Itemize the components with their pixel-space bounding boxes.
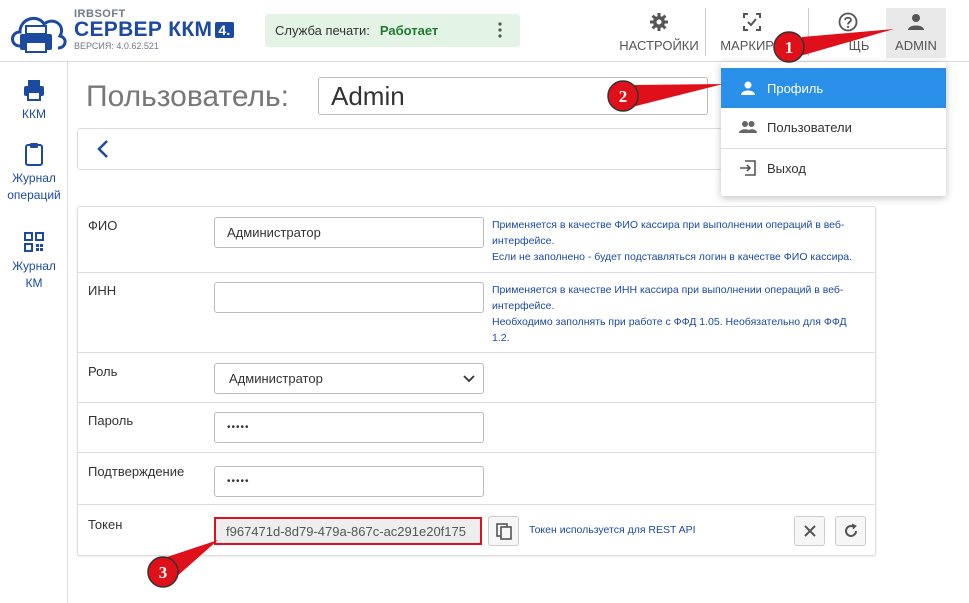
user-form: ФИО Администратор Применяется в качестве… [77,206,876,556]
sidebar-item-km-log[interactable]: Журнал КМ [0,230,68,292]
menu-item-label: Профиль [767,80,824,96]
fio-help-line2: Если не заполнено - будет подставляться … [492,251,853,263]
role-select[interactable]: Администратор [214,363,484,394]
form-row-role: Роль Администратор [78,353,875,403]
form-row-fio: ФИО Администратор Применяется в качестве… [78,207,875,273]
cloud-printer-logo-icon [11,16,67,53]
menu-item-profile[interactable]: Профиль [721,68,946,108]
kebab-icon[interactable] [498,22,502,38]
brand-product: СЕРВЕР ККМ 4. [74,18,234,41]
fio-label: ФИО [88,218,118,233]
fio-help: Применяется в качестве ФИО кассира при в… [492,217,867,265]
token-label: Токен [88,517,123,532]
sidebar-item-label: Журнал операций [7,171,61,202]
brand-version-badge: 4. [215,22,234,38]
role-selected-value: Администратор [229,371,323,386]
menu-item-users[interactable]: Пользователи [721,107,946,147]
marking-label: МАРКИРО [720,38,784,53]
password-label: Пароль [88,413,134,428]
help-label: ЩЬ [848,38,870,53]
print-service-status: Служба печати: Работает [265,14,520,47]
marking-button[interactable]: МАРКИРО [712,8,792,58]
nav-divider [808,8,809,56]
admin-user-button[interactable]: ADMIN [886,8,946,58]
inn-help-line1: Применяется в качестве ИНН кассира при в… [492,284,844,312]
copy-icon [495,523,512,540]
top-header: IRBSOFT СЕРВЕР ККМ 4. ВЕРСИЯ: 4.0.62.521… [0,0,969,62]
help-button[interactable]: ЩЬ [812,8,884,58]
fio-field[interactable]: Администратор [214,217,484,248]
person-icon [741,81,755,95]
user-dropdown-menu: Профиль Пользователи Выход [721,62,946,196]
app-window: { "brand": { "vendor": "IRBSOFT", "produ… [0,0,969,603]
person-icon [908,14,924,30]
token-field[interactable]: f967471d-8d79-479a-867c-ac291e20f175 [214,517,482,545]
page-title: Пользователь: [86,80,290,113]
role-label: Роль [88,364,118,379]
admin-label: ADMIN [895,38,937,53]
logout-icon [740,160,756,176]
brand-block: IRBSOFT СЕРВЕР ККМ 4. ВЕРСИЯ: 4.0.62.521 [74,8,234,51]
gear-icon [650,13,668,31]
form-row-confirm: Подтверждение ••••• [78,453,875,505]
clipboard-icon [25,143,43,166]
brand-product-name: СЕРВЕР ККМ [74,18,213,41]
fio-help-line1: Применяется в качестве ФИО кассира при в… [492,219,845,247]
callout-number: 3 [159,563,168,582]
help-icon [838,12,858,32]
inn-field[interactable] [214,282,484,313]
sidebar: ККМ Журнал операций Журнал КМ [0,62,68,603]
menu-item-label: Выход [767,160,806,176]
inn-label: ИНН [88,283,117,298]
confirm-label: Подтверждение [88,464,185,479]
printer-icon [24,80,44,101]
form-row-password: Пароль ••••• [78,403,875,453]
token-help: Токен используется для REST API [529,524,696,536]
inn-help-line2: Необходимо заполнять при работе с ФФД 1.… [492,316,847,344]
chevron-down-icon [463,375,475,383]
copy-token-button[interactable] [488,516,519,546]
password-field[interactable]: ••••• [214,412,484,443]
brand-version: ВЕРСИЯ: 4.0.62.521 [74,41,159,51]
service-status-value: Работает [379,23,439,38]
scan-check-icon [743,13,761,31]
user-name-field[interactable]: Admin [318,77,708,115]
service-label: Служба печати: [275,23,370,38]
people-icon [739,121,757,133]
sidebar-item-operations-log[interactable]: Журнал операций [0,142,68,204]
settings-button[interactable]: НАСТРОЙКИ [618,8,700,58]
sidebar-item-label: Журнал КМ [12,259,56,290]
confirm-password-field[interactable]: ••••• [214,466,484,497]
form-row-inn: ИНН Применяется в качестве ИНН кассира п… [78,273,875,353]
menu-item-logout[interactable]: Выход [721,148,946,188]
sidebar-item-label: ККМ [22,107,46,121]
settings-label: НАСТРОЙКИ [619,38,699,53]
menu-item-label: Пользователи [767,119,852,135]
nav-divider [705,8,706,56]
regenerate-token-button[interactable] [835,516,866,546]
clear-token-button[interactable] [794,516,825,546]
chevron-left-icon[interactable] [96,139,110,159]
inn-help: Применяется в качестве ИНН кассира при в… [492,282,867,346]
close-icon [803,525,816,537]
sidebar-item-kkm[interactable]: ККМ [0,78,68,123]
refresh-icon [844,523,857,537]
qr-code-icon [24,232,44,252]
